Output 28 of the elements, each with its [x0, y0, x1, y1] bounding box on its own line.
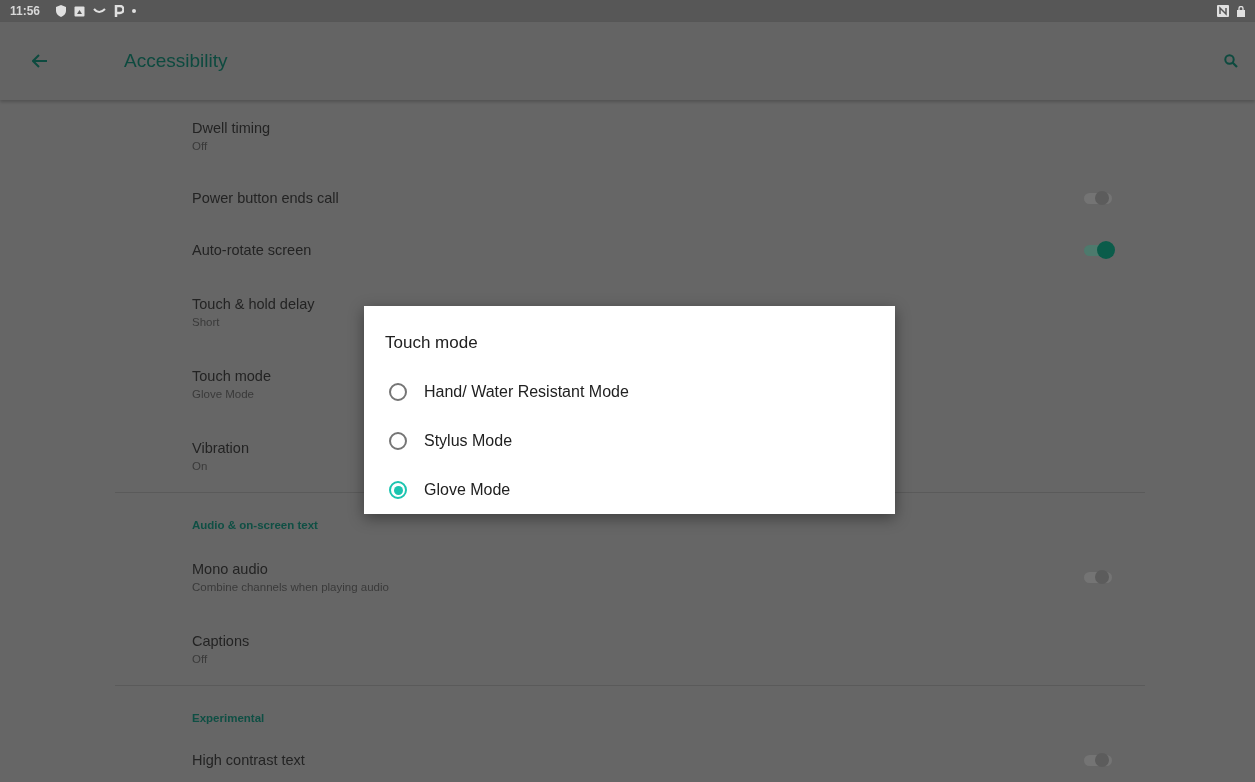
- picture-icon: [74, 5, 86, 17]
- back-arrow-icon: [32, 54, 48, 68]
- dot-icon: [132, 9, 137, 13]
- setting-title: High contrast text: [192, 751, 305, 770]
- option-label[interactable]: Hand/ Water Resistant Mode: [424, 380, 629, 404]
- option-label[interactable]: Glove Mode: [424, 478, 511, 502]
- setting-title: Mono audio: [192, 560, 268, 579]
- setting-title: Power button ends call: [192, 189, 339, 208]
- lock-icon: [1237, 5, 1245, 17]
- setting-title: Touch & hold delay: [192, 295, 315, 314]
- search-icon: [1224, 54, 1238, 68]
- clock-text: 11:56: [10, 3, 41, 20]
- dialog-title: Touch mode: [385, 332, 478, 354]
- setting-title: Vibration: [192, 439, 249, 458]
- setting-title: Auto-rotate screen: [192, 241, 312, 260]
- radio-button[interactable]: [389, 432, 407, 450]
- radio-button[interactable]: [389, 383, 407, 401]
- section-header: Experimental: [191, 711, 266, 726]
- page-title: Accessibility: [124, 48, 228, 73]
- nfc-icon: [1217, 5, 1229, 17]
- section-header: Audio & on-screen text: [191, 518, 319, 533]
- setting-title: Touch mode: [192, 367, 271, 386]
- setting-title: Dwell timing: [192, 119, 271, 138]
- option-label[interactable]: Stylus Mode: [424, 429, 513, 453]
- p-letter-icon: [114, 5, 125, 17]
- shield-icon: [56, 5, 67, 17]
- setting-title: Captions: [192, 632, 250, 651]
- radio-button[interactable]: [389, 481, 407, 499]
